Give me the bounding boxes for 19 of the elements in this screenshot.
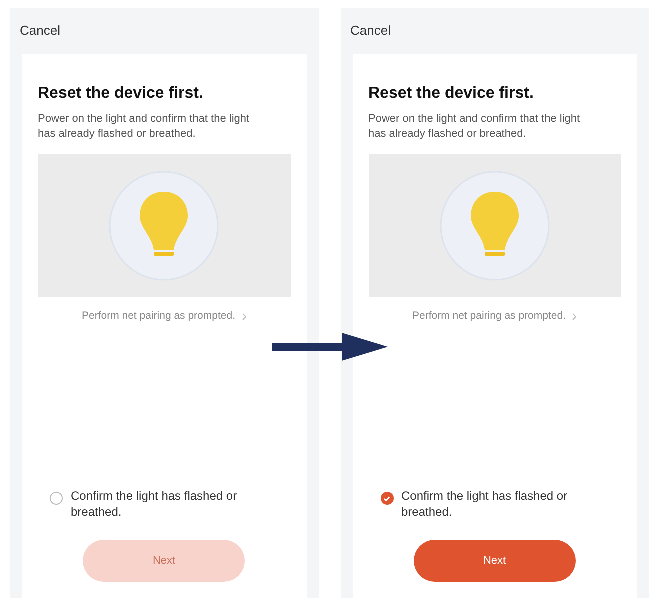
right-arrow-icon: [272, 333, 388, 361]
pairing-link[interactable]: Perform net pairing as prompted.: [412, 309, 566, 325]
title: Reset the device first.: [38, 84, 204, 104]
title: Reset the device first.: [368, 84, 535, 104]
light-bulb-icon: [438, 170, 551, 282]
description: Power on the light and confirm that the light has already flashed or breathed.: [38, 112, 251, 142]
pairing-link[interactable]: Perform net pairing as prompted.: [82, 309, 236, 325]
light-bulb-icon: [108, 170, 220, 282]
chevron-right-icon: [572, 312, 577, 321]
confirm-label: Confirm the light has flashed or breathed.: [71, 488, 238, 520]
next-button[interactable]: Next: [414, 540, 576, 582]
confirm-checkbox[interactable]: [50, 492, 63, 505]
chevron-right-icon: [242, 312, 246, 321]
cancel-button[interactable]: Cancel: [20, 21, 60, 41]
cancel-button[interactable]: Cancel: [350, 21, 391, 41]
confirm-label: Confirm the light has flashed or breathed.: [402, 488, 569, 520]
confirm-checkbox[interactable]: [380, 492, 394, 505]
description: Power on the light and confirm that the light has already flashed or breathed.: [368, 112, 582, 142]
check-icon: [383, 494, 391, 502]
